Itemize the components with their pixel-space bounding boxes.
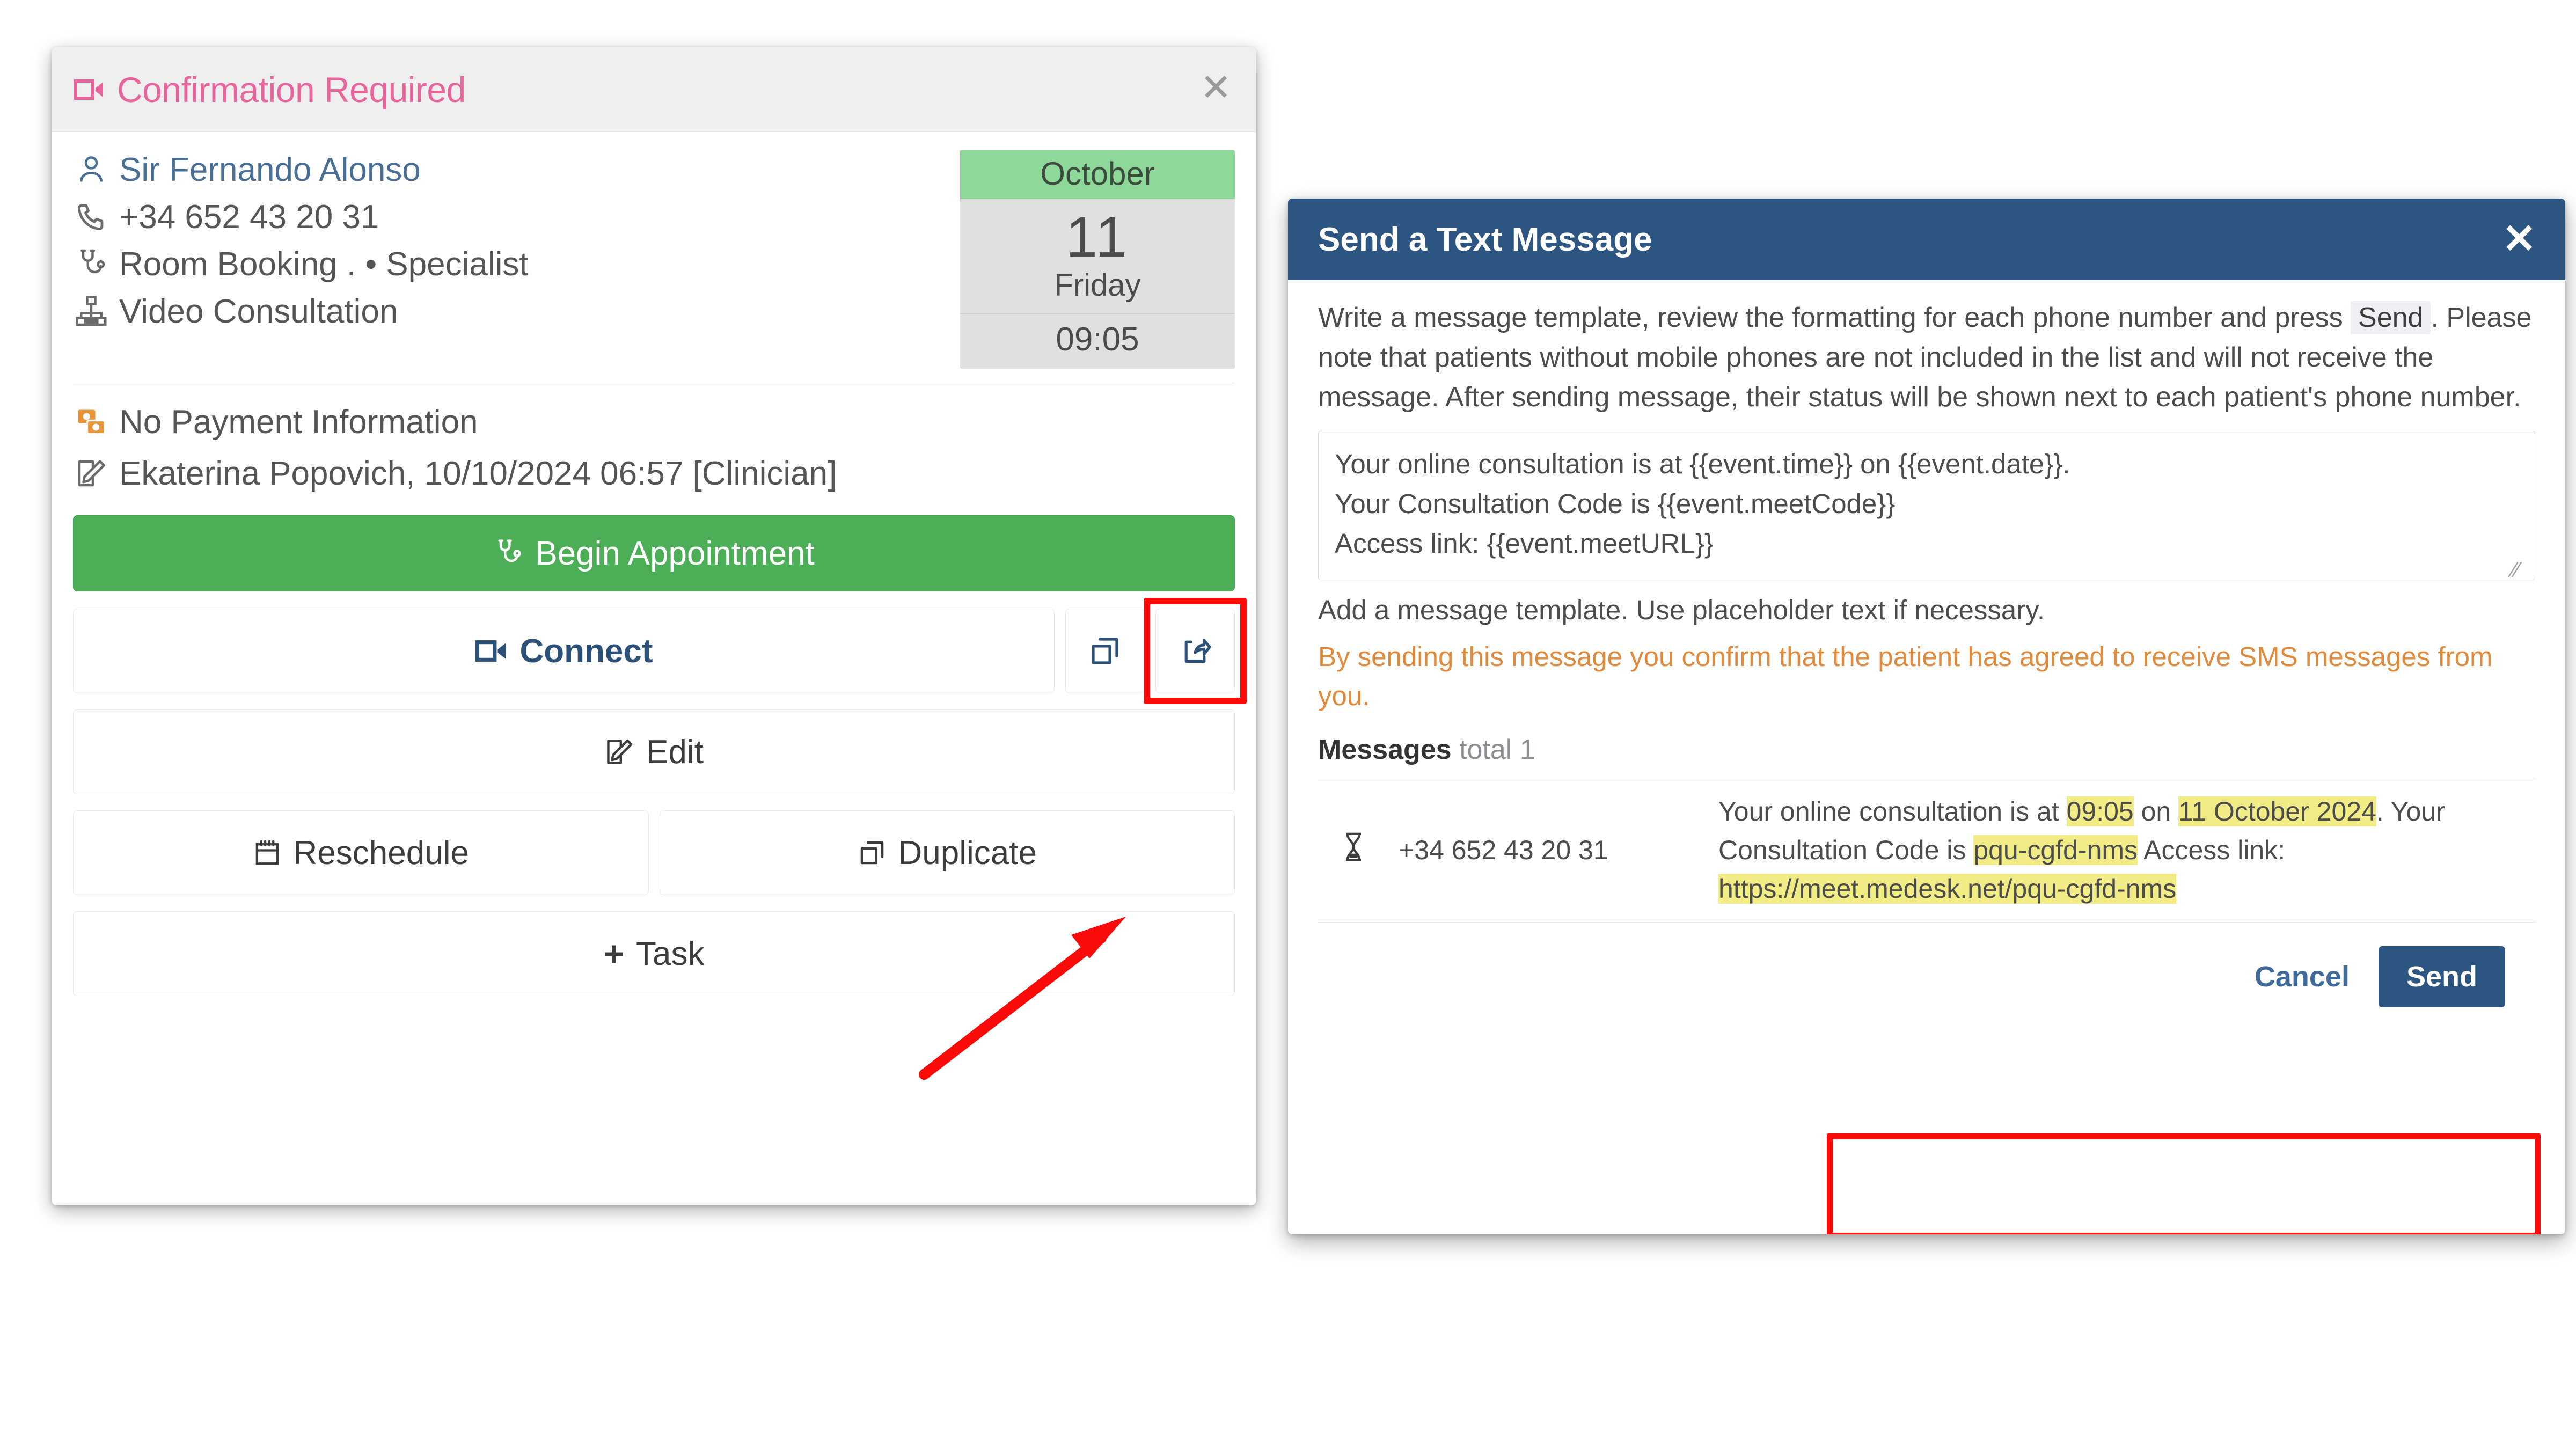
service-row: Room Booking . • Specialist [75,240,960,288]
share-icon-button[interactable] [1155,609,1235,694]
messages-table: +34 652 43 20 31 Your online consultatio… [1318,778,2535,923]
stethoscope-icon [75,248,107,280]
sms-modal-title: Send a Text Message [1318,221,1652,258]
message-part-highlighted: 09:05 [2066,796,2134,827]
appointment-status-title: Confirmation Required [74,69,466,110]
message-part-highlighted: https://meet.medesk.net/pqu-cgfd-nms [1718,874,2177,904]
sms-instructions-before: Write a message template, review the for… [1318,302,2351,333]
appointment-panel-header: Confirmation Required ✕ [52,47,1256,132]
reschedule-button[interactable]: Reschedule [73,810,649,896]
duplicate-button[interactable]: Duplicate [659,810,1235,896]
messages-total: total 1 [1459,734,1535,766]
plus-icon: + [603,934,625,974]
sms-modal-footer: Cancel Send [1318,923,2535,1008]
consultation-type-label: Video Consultation [119,292,398,330]
payment-status-row: No Payment Information [75,396,1235,448]
add-task-button[interactable]: + Task [73,911,1235,997]
sms-modal-header: Send a Text Message ✕ [1288,199,2565,280]
template-hint: Add a message template. Use placeholder … [1318,595,2045,626]
date-badge-day: 11 [1065,206,1130,269]
cancel-button[interactable]: Cancel [2249,953,2355,1001]
video-camera-icon [74,78,105,101]
duplicate-icon [858,838,887,867]
service-label: Room Booking . • Specialist [119,245,529,283]
message-cell-highlight-box [1827,1133,2541,1234]
sms-instructions: Write a message template, review the for… [1318,298,2535,417]
user-icon [75,153,107,186]
calendar-icon [253,838,282,867]
reschedule-label: Reschedule [293,834,469,872]
stethoscope-icon [493,538,523,568]
close-icon[interactable]: ✕ [1200,69,1232,111]
patient-phone-row: +34 652 43 20 31 [75,193,960,240]
message-part: on [2133,796,2179,827]
reschedule-duplicate-row: Reschedule Duplicate [73,810,1235,896]
send-button[interactable]: Send [2378,946,2505,1008]
begin-appointment-label: Begin Appointment [535,535,815,572]
message-part-highlighted: pqu-cgfd-nms [1973,835,2138,866]
edit-note-icon [75,457,107,489]
payment-icon [75,406,107,438]
video-camera-icon [475,639,508,663]
template-line: Your online consultation is at {{event.t… [1335,449,2070,480]
patient-name: Sir Fernando Alonso [119,151,421,188]
message-phone-cell: +34 652 43 20 31 [1389,778,1709,923]
duplicate-icon [1088,634,1122,668]
appointment-info-block: Sir Fernando Alonso +34 652 43 20 31 Roo… [73,132,1235,374]
template-line: Access link: {{event.meetURL}} [1335,528,1714,559]
created-by-label: Ekaterina Popovich, 10/10/2024 06:57 [Cl… [119,455,837,492]
begin-appointment-button[interactable]: Begin Appointment [73,515,1235,592]
phone-icon [75,201,107,233]
payment-status-label: No Payment Information [119,403,478,441]
share-icon [1179,634,1212,668]
appointment-actions: Begin Appointment Connect Edit Reschedul… [73,503,1247,1014]
duplicate-icon-button[interactable] [1065,609,1145,694]
share-button-wrapper [1144,598,1247,705]
messages-label: Messages [1318,734,1452,766]
consultation-type-row: Video Consultation [75,288,960,335]
resize-handle-icon[interactable]: ⁄⁄ [2512,559,2530,581]
messages-header: Messages total 1 [1318,734,2535,766]
message-part-highlighted: 11 October 2024 [2178,796,2376,827]
appointment-date-badge: October 11 Friday 09:05 [960,150,1235,369]
message-part: Access link: [2137,835,2286,866]
send-text-message-modal: Send a Text Message ✕ Write a message te… [1288,199,2565,1234]
send-keyword-chip: Send [2351,301,2431,334]
appointment-meta-block: No Payment Information Ekaterina Popovic… [73,383,1235,503]
appointment-info-list: Sir Fernando Alonso +34 652 43 20 31 Roo… [73,146,960,335]
sitemap-icon [75,295,107,327]
close-icon[interactable]: ✕ [2502,219,2536,260]
message-status-cell [1318,778,1389,923]
connect-button[interactable]: Connect [73,609,1055,694]
appointment-panel-body: Sir Fernando Alonso +34 652 43 20 31 Roo… [52,132,1256,1014]
date-badge-weekday: Friday [1054,268,1141,303]
date-badge-time: 09:05 [960,313,1235,369]
message-content-cell: Your online consultation is at 09:05 on … [1709,778,2535,923]
patient-phone: +34 652 43 20 31 [119,198,379,236]
table-row: +34 652 43 20 31 Your online consultatio… [1318,778,2535,923]
patient-name-row[interactable]: Sir Fernando Alonso [75,146,960,193]
connect-row: Connect [73,598,1247,705]
task-label: Task [636,935,705,972]
message-template-textarea[interactable]: Your online consultation is at {{event.t… [1318,431,2535,581]
message-part: Your online consultation is at [1718,796,2067,827]
duplicate-label: Duplicate [898,834,1037,872]
edit-icon [604,737,634,767]
connect-label: Connect [519,632,653,670]
sms-modal-body: Write a message template, review the for… [1288,280,2565,1008]
template-line: Your Consultation Code is {{event.meetCo… [1335,488,1896,519]
appointment-details-panel: Confirmation Required ✕ Sir Fernando Alo… [52,47,1256,1205]
date-badge-month: October [960,150,1235,199]
created-by-row: Ekaterina Popovich, 10/10/2024 06:57 [Cl… [75,448,1235,499]
edit-button[interactable]: Edit [73,709,1235,795]
sms-consent-warning: By sending this message you confirm that… [1318,641,2493,711]
edit-label: Edit [646,733,704,771]
appointment-status-label: Confirmation Required [117,69,466,109]
hourglass-icon [1341,832,1366,862]
